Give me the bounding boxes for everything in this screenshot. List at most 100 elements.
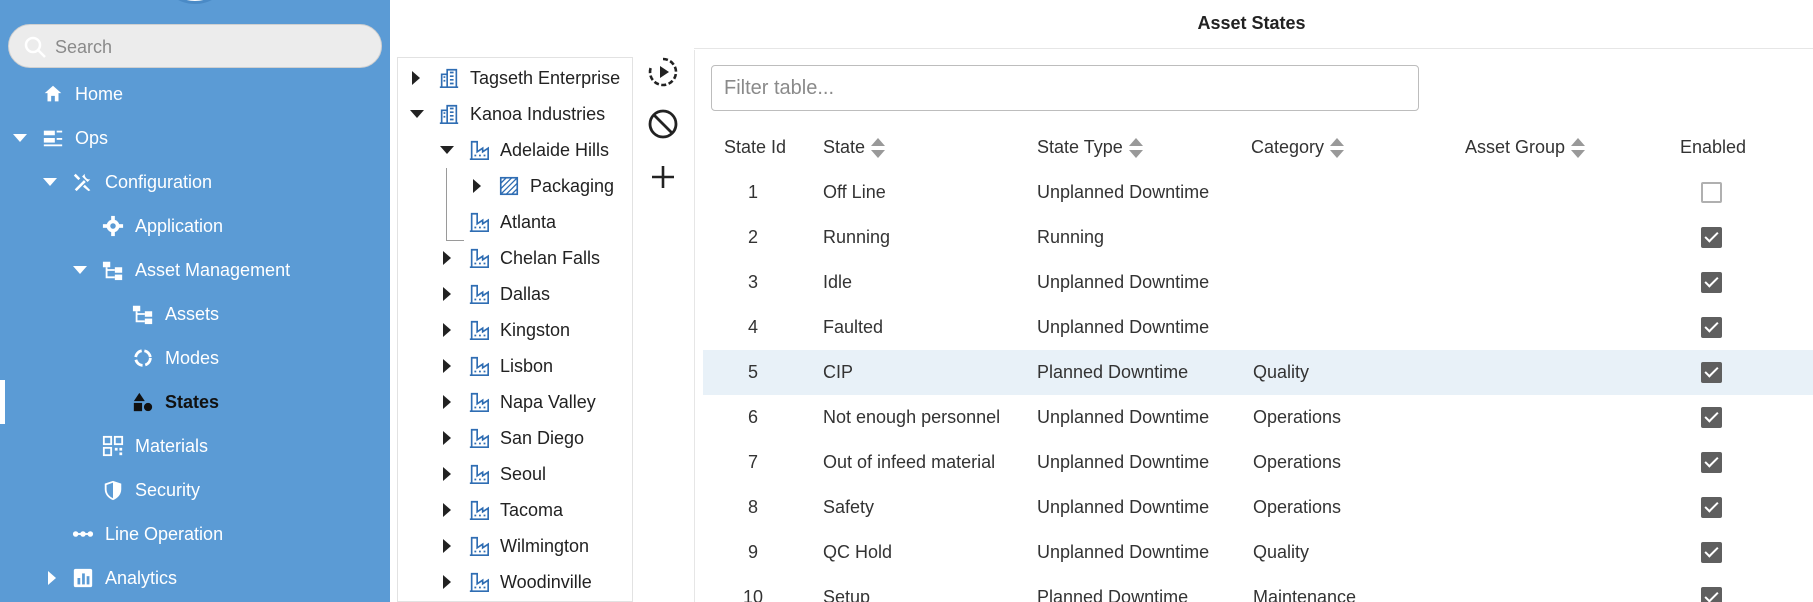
chevron-right-icon[interactable]: [443, 503, 451, 517]
search-icon: [24, 36, 46, 58]
chevron-right-icon[interactable]: [473, 179, 481, 193]
nav-item-analytics[interactable]: Analytics: [0, 556, 390, 600]
chevron-right-icon[interactable]: [443, 251, 451, 265]
chevron-right-icon[interactable]: [443, 539, 451, 553]
sort-icon[interactable]: [1128, 136, 1143, 160]
nav-item-ops[interactable]: Ops: [0, 116, 390, 160]
enabled-checkbox[interactable]: [1701, 452, 1722, 473]
nav-label: Materials: [135, 435, 209, 456]
tree-node-san-diego[interactable]: San Diego: [398, 420, 632, 456]
nav-item-home[interactable]: Home: [0, 72, 390, 116]
disable-button[interactable]: [645, 106, 681, 142]
add-button[interactable]: [645, 159, 681, 195]
table-row[interactable]: 2 Running Running: [703, 215, 1813, 260]
table-row[interactable]: 4 Faulted Unplanned Downtime: [703, 305, 1813, 350]
cell-state-id: 6: [747, 407, 758, 427]
enabled-checkbox[interactable]: [1701, 227, 1722, 248]
tree-node-seoul[interactable]: Seoul: [398, 456, 632, 492]
table-row[interactable]: 3 Idle Unplanned Downtime: [703, 260, 1813, 305]
tree-node-lisbon[interactable]: Lisbon: [398, 348, 632, 384]
tree-node-chelan-falls[interactable]: Chelan Falls: [398, 240, 632, 276]
chevron-down-icon[interactable]: [410, 110, 424, 118]
restart-button[interactable]: [645, 54, 681, 90]
nav-item-configuration[interactable]: Configuration: [0, 160, 390, 204]
table-row[interactable]: 5 CIP Planned Downtime Quality: [703, 350, 1813, 395]
chevron-down-icon[interactable]: [440, 146, 454, 154]
table-row[interactable]: 9 QC Hold Unplanned Downtime Quality: [703, 530, 1813, 575]
sort-icon[interactable]: [871, 136, 886, 160]
chevron-down-icon[interactable]: [43, 178, 57, 186]
chevron-right-icon[interactable]: [443, 395, 451, 409]
nav-item-line-operation[interactable]: Line Operation: [0, 512, 390, 556]
enabled-checkbox[interactable]: [1701, 497, 1722, 518]
enabled-checkbox[interactable]: [1701, 407, 1722, 428]
site-icon: [469, 500, 489, 520]
cell-state-id: 5: [747, 362, 758, 382]
tree-node-dallas[interactable]: Dallas: [398, 276, 632, 312]
nav-item-assets[interactable]: Assets: [0, 292, 390, 336]
tree-node-kingston[interactable]: Kingston: [398, 312, 632, 348]
column-header-state[interactable]: State: [823, 124, 886, 170]
filter-input[interactable]: [711, 65, 1419, 111]
chevron-down-icon[interactable]: [73, 266, 87, 274]
column-header-asset-group[interactable]: Asset Group: [1465, 124, 1586, 170]
table-row[interactable]: 8 Safety Unplanned Downtime Operations: [703, 485, 1813, 530]
chevron-right-icon[interactable]: [443, 431, 451, 445]
chevron-right-icon[interactable]: [443, 359, 451, 373]
search-input[interactable]: [55, 33, 355, 61]
column-header-enabled[interactable]: Enabled: [1680, 124, 1746, 170]
nav-item-states[interactable]: States: [0, 380, 390, 424]
tree-node-tacoma[interactable]: Tacoma: [398, 492, 632, 528]
chevron-right-icon[interactable]: [48, 571, 56, 585]
chevron-right-icon[interactable]: [412, 71, 420, 85]
nav-item-security[interactable]: Security: [0, 468, 390, 512]
nav-item-modes[interactable]: Modes: [0, 336, 390, 380]
site-icon: [469, 572, 489, 592]
table-row[interactable]: 7 Out of infeed material Unplanned Downtim…: [703, 440, 1813, 485]
tree-node-atlanta[interactable]: Atlanta: [398, 204, 632, 240]
column-header-state-id[interactable]: State Id: [724, 124, 786, 170]
column-header-category[interactable]: Category: [1251, 124, 1345, 170]
sort-icon[interactable]: [1330, 136, 1345, 160]
tree-node-tagseth-enterprise[interactable]: Tagseth Enterprise: [398, 60, 632, 96]
sidebar-search[interactable]: [8, 24, 382, 68]
cell-state: QC Hold: [823, 542, 893, 562]
chevron-down-icon[interactable]: [13, 134, 27, 142]
tree-node-woodinville[interactable]: Woodinville: [398, 564, 632, 600]
table-row[interactable]: 1 Off Line Unplanned Downtime: [703, 170, 1813, 215]
nav-item-asset-management[interactable]: Asset Management: [0, 248, 390, 292]
enabled-checkbox[interactable]: [1701, 542, 1722, 563]
cell-state: Setup: [823, 587, 871, 602]
tree-node-kanoa-industries[interactable]: Kanoa Industries: [398, 96, 632, 132]
chevron-right-icon[interactable]: [443, 323, 451, 337]
cell-state: Out of infeed material: [823, 452, 996, 472]
column-header-label: State Type: [1037, 137, 1123, 157]
tree-node-adelaide-hills[interactable]: Adelaide Hills: [398, 132, 632, 168]
table-row[interactable]: 10 Setup Planned Downtime Maintenance: [703, 575, 1813, 602]
enabled-checkbox[interactable]: [1701, 587, 1722, 602]
enabled-checkbox[interactable]: [1701, 362, 1722, 383]
chevron-right-icon[interactable]: [443, 287, 451, 301]
nav-item-application[interactable]: Application: [0, 204, 390, 248]
cell-state: Idle: [823, 272, 853, 292]
nav-item-materials[interactable]: Materials: [0, 424, 390, 468]
tree-node-wilmington[interactable]: Wilmington: [398, 528, 632, 564]
cell-category: Operations: [1253, 407, 1342, 427]
chevron-right-icon[interactable]: [443, 467, 451, 481]
site-icon: [469, 248, 489, 268]
tree-node-napa-valley[interactable]: Napa Valley: [398, 384, 632, 420]
nav-label: Modes: [165, 347, 220, 368]
enabled-checkbox[interactable]: [1701, 317, 1722, 338]
cell-state-type: Unplanned Downtime: [1037, 272, 1210, 292]
table-row[interactable]: 6 Not enough personnel Unplanned Downtime O…: [703, 395, 1813, 440]
column-header-state-type[interactable]: State Type: [1037, 124, 1143, 170]
enabled-checkbox[interactable]: [1701, 272, 1722, 293]
chevron-right-icon[interactable]: [443, 575, 451, 589]
tree-node-label: Seoul: [500, 463, 547, 484]
app-logo[interactable]: [165, 0, 225, 4]
enabled-checkbox[interactable]: [1701, 182, 1722, 203]
cell-state-type: Planned Downtime: [1037, 587, 1189, 602]
sort-icon[interactable]: [1571, 136, 1586, 160]
tree-node-packaging[interactable]: Packaging: [398, 168, 632, 204]
tree-node-label: Kanoa Industries: [470, 103, 606, 124]
